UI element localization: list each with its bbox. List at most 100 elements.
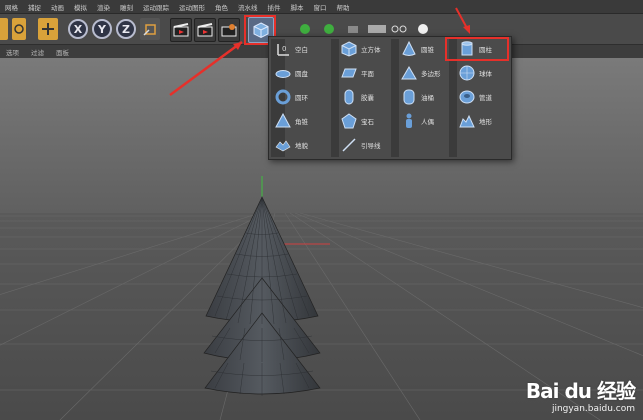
menu-item-plane[interactable]: 平面 — [341, 63, 374, 83]
clapboard-icon — [197, 23, 213, 37]
film-strip-icon — [368, 25, 386, 33]
axis-z-label: Z — [122, 22, 130, 36]
menu-item-label: 胶囊 — [361, 94, 374, 102]
axis-x-label: X — [73, 22, 83, 36]
menu-item-label: 油桶 — [421, 94, 434, 102]
menu-item-landscape[interactable]: 地貌 — [275, 135, 308, 155]
plane-icon — [341, 65, 357, 81]
gem-icon — [341, 113, 357, 129]
menu-item-label: 球体 — [479, 70, 492, 78]
menu-item-label: 角锥 — [295, 118, 308, 126]
menu-item-character[interactable]: 角色 — [210, 2, 233, 12]
menu-item-label: 圆锥 — [421, 46, 434, 54]
menu-item-polygon[interactable]: 多边形 — [401, 63, 441, 83]
menu-item-plugins[interactable]: 插件 — [263, 2, 286, 12]
menu-item-help[interactable]: 帮助 — [332, 2, 355, 12]
menu-item-mograph[interactable]: 运动图形 — [174, 2, 210, 12]
render-picture-viewer-button[interactable] — [194, 18, 216, 42]
menu-item-window[interactable]: 窗口 — [309, 2, 332, 12]
menu-item-capsule[interactable]: 胶囊 — [341, 87, 374, 107]
menu-item-label: 管道 — [479, 94, 492, 102]
glasses-icon — [391, 25, 407, 33]
menu-item-relief[interactable]: 地形 — [459, 111, 492, 131]
menu-item-label: 宝石 — [361, 118, 374, 126]
menu-item-label: 圆盘 — [295, 70, 308, 78]
torus-icon — [275, 89, 291, 105]
landscape-icon — [275, 137, 291, 153]
menu-item-label: 平面 — [361, 70, 374, 78]
capsule-icon — [341, 89, 357, 105]
axis-x-button[interactable]: X — [68, 19, 88, 39]
rotate-tool-button[interactable] — [12, 18, 26, 40]
menu-item-label: 地形 — [479, 118, 492, 126]
menu-item-cone[interactable]: 圆锥 — [401, 39, 434, 59]
menu-item-pipeline[interactable]: 流水线 — [233, 2, 263, 12]
menu-item-sculpt[interactable]: 雕刻 — [115, 2, 138, 12]
relief-icon — [459, 113, 475, 129]
cylinder-item-highlight — [445, 37, 509, 61]
menu-item-null[interactable]: 0 空白 — [275, 39, 308, 59]
null-object-icon: 0 — [275, 41, 291, 57]
menu-item-label: 地貌 — [295, 142, 308, 150]
scene-icon — [348, 26, 358, 33]
axis-z-button[interactable]: Z — [116, 19, 136, 39]
menu-item-script[interactable]: 脚本 — [286, 2, 309, 12]
menu-item-render[interactable]: 渲染 — [92, 2, 115, 12]
menu-item-pyramid[interactable]: 角锥 — [275, 111, 308, 131]
figure-icon — [401, 113, 417, 129]
svg-text:0: 0 — [282, 45, 286, 53]
coordinate-system-button[interactable] — [140, 18, 160, 40]
plus-icon — [42, 23, 54, 35]
render-view-button[interactable] — [170, 18, 192, 42]
menu-item-snap[interactable]: 捕捉 — [23, 2, 46, 12]
menu-item-label: 多边形 — [421, 70, 441, 78]
light-bulb-icon — [418, 24, 428, 34]
menu-item-oil-tank[interactable]: 油桶 — [401, 87, 434, 107]
menu-item-cube[interactable]: 立方体 — [341, 39, 381, 59]
watermark-url: jingyan.baidu.com — [551, 404, 635, 414]
menu-item-gem[interactable]: 宝石 — [341, 111, 374, 131]
guide-line-icon — [341, 137, 357, 153]
menu-column-separator — [331, 39, 339, 157]
move-tool-button[interactable] — [38, 18, 58, 40]
viewport-menu-filter[interactable]: 过滤 — [25, 47, 50, 57]
green-gear-icon — [324, 24, 334, 34]
gear-clapboard-icon — [221, 24, 237, 37]
viewport-menu-options[interactable]: 选项 — [0, 47, 25, 57]
menu-item-label: 空白 — [295, 46, 308, 54]
menu-item-sphere[interactable]: 球体 — [459, 63, 492, 83]
menu-item-tube[interactable]: 管道 — [459, 87, 492, 107]
menu-item-guide-line[interactable]: 引导线 — [341, 135, 381, 155]
axis-y-label: Y — [98, 22, 106, 36]
green-gear-icon — [300, 24, 310, 34]
menu-item-torus[interactable]: 圆环 — [275, 87, 308, 107]
oil-tank-icon — [401, 89, 417, 105]
viewport-menu-panel[interactable]: 面板 — [50, 47, 75, 57]
axis-y-button[interactable]: Y — [92, 19, 112, 39]
menu-item-motion-tracking[interactable]: 运动跟踪 — [138, 2, 174, 12]
menu-item-disc[interactable]: 圆盘 — [275, 63, 308, 83]
cone-icon — [401, 41, 417, 57]
menu-item-label: 圆环 — [295, 94, 308, 102]
menu-item-label: 引导线 — [361, 142, 381, 150]
coordinate-icon — [143, 24, 156, 36]
disc-icon — [275, 65, 291, 81]
baidu-watermark: Bai du 经验 jingyan.baidu.com — [525, 375, 636, 414]
polygon-icon — [401, 65, 417, 81]
menu-item-figure[interactable]: 人偶 — [401, 111, 434, 131]
scale-tool-button[interactable] — [0, 18, 8, 40]
tube-icon — [459, 89, 475, 105]
menu-item-mesh[interactable]: 网格 — [0, 2, 23, 12]
clapboard-icon — [173, 23, 189, 37]
menu-item-animate[interactable]: 动画 — [46, 2, 69, 12]
pyramid-icon — [275, 113, 291, 129]
menu-item-label: 人偶 — [421, 118, 434, 126]
menu-column-separator — [391, 39, 399, 157]
sphere-icon — [459, 65, 475, 81]
menu-item-simulate[interactable]: 模拟 — [69, 2, 92, 12]
render-settings-button[interactable] — [218, 18, 240, 42]
watermark-logo: Bai du 经验 — [525, 379, 636, 403]
cube-icon — [341, 41, 357, 57]
menu-item-label: 立方体 — [361, 46, 381, 54]
rotate-icon — [14, 24, 24, 34]
